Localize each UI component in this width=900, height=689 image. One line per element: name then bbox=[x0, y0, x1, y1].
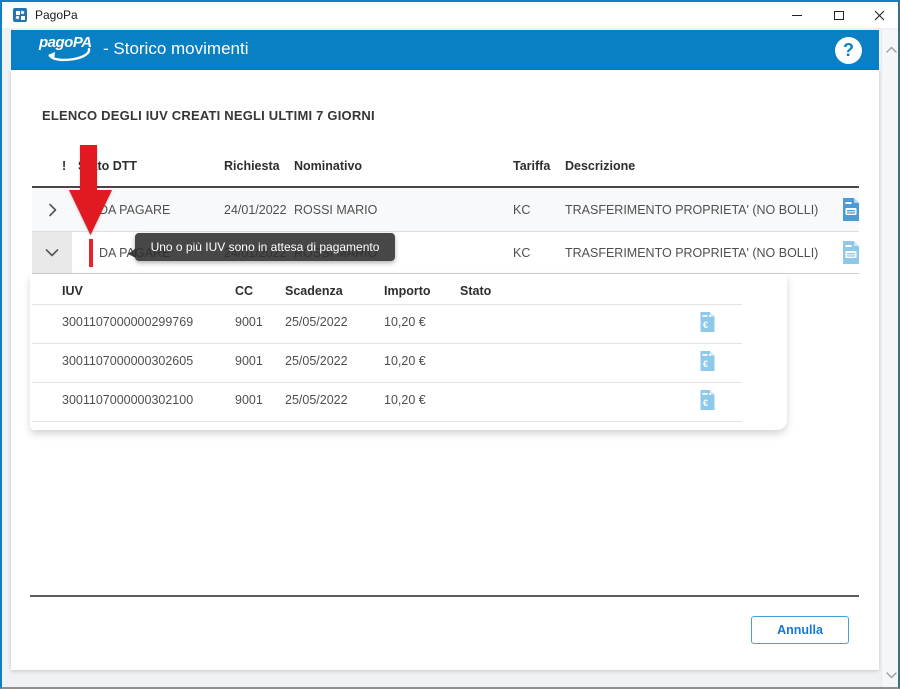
question-mark-icon: ? bbox=[843, 40, 854, 61]
maximize-icon bbox=[834, 11, 844, 20]
app-header: pagoPA - Storico movimenti ? bbox=[11, 30, 879, 70]
subcol-header-stato: Stato bbox=[460, 284, 491, 298]
subcol-header-iuv: IUV bbox=[62, 284, 83, 298]
iuv-row2-scadenza: 25/05/2022 bbox=[285, 354, 348, 368]
collapse-row-button[interactable] bbox=[32, 232, 72, 273]
pending-payment-indicator bbox=[89, 239, 93, 267]
pending-iuv-tooltip: Uno o più IUV sono in attesa di pagament… bbox=[135, 233, 395, 261]
help-button[interactable]: ? bbox=[835, 37, 862, 64]
maximize-button[interactable] bbox=[822, 2, 856, 28]
payment-receipt-icon[interactable]: € bbox=[699, 311, 716, 333]
svg-text:€: € bbox=[703, 359, 708, 369]
iuv-row1-iuv: 3001107000000299769 bbox=[62, 315, 193, 329]
svg-text:€: € bbox=[703, 398, 708, 408]
close-icon bbox=[874, 10, 885, 21]
subtable-separator bbox=[32, 343, 742, 344]
iuv-row3-scadenza: 25/05/2022 bbox=[285, 393, 348, 407]
iuv-row2-cc: 9001 bbox=[235, 354, 263, 368]
close-button[interactable] bbox=[862, 2, 896, 28]
annulla-button[interactable]: Annulla bbox=[751, 616, 849, 644]
subtable-separator bbox=[32, 382, 742, 383]
document-icon[interactable] bbox=[841, 197, 861, 222]
iuv-row1-cc: 9001 bbox=[235, 315, 263, 329]
vertical-scrollbar[interactable] bbox=[881, 30, 899, 687]
subtable-separator bbox=[32, 304, 742, 305]
scroll-down-button[interactable] bbox=[882, 666, 900, 684]
page-title: - Storico movimenti bbox=[103, 39, 248, 59]
scroll-up-button[interactable] bbox=[882, 40, 900, 58]
svg-text:€: € bbox=[703, 320, 708, 330]
title-bar: PagoPa bbox=[2, 2, 898, 28]
minimize-button[interactable] bbox=[780, 2, 814, 28]
app-window: PagoPa pagoPA - Storico movimenti ? ELEN… bbox=[0, 0, 900, 689]
row1-nominativo: ROSSI MARIO bbox=[294, 203, 377, 217]
col-header-nominativo: Nominativo bbox=[294, 159, 362, 173]
row1-richiesta: 24/01/2022 bbox=[224, 203, 287, 217]
list-heading: ELENCO DEGLI IUV CREATI NEGLI ULTIMI 7 G… bbox=[42, 108, 375, 123]
col-header-tariffa: Tariffa bbox=[513, 159, 550, 173]
document-icon[interactable] bbox=[841, 240, 861, 265]
minimize-icon bbox=[792, 15, 802, 16]
row2-descrizione: TRASFERIMENTO PROPRIETA' (NO BOLLI) bbox=[565, 246, 818, 260]
iuv-row3-iuv: 3001107000000302100 bbox=[62, 393, 193, 407]
payment-receipt-icon[interactable]: € bbox=[699, 350, 716, 372]
footer-rule bbox=[30, 595, 859, 597]
subcol-header-cc: CC bbox=[235, 284, 253, 298]
iuv-row3-cc: 9001 bbox=[235, 393, 263, 407]
col-header-richiesta: Richiesta bbox=[224, 159, 280, 173]
app-icon bbox=[13, 8, 27, 22]
row1-tariffa: KC bbox=[513, 203, 530, 217]
iuv-row2-iuv: 3001107000000302605 bbox=[62, 354, 193, 368]
iuv-row2-importo: 10,20 € bbox=[384, 354, 426, 368]
chevron-down-icon bbox=[886, 672, 897, 679]
pagopa-logo-swoosh-icon bbox=[43, 47, 97, 65]
subcol-header-importo: Importo bbox=[384, 284, 431, 298]
iuv-row1-scadenza: 25/05/2022 bbox=[285, 315, 348, 329]
chevron-down-icon bbox=[45, 248, 59, 257]
tooltip-tail bbox=[128, 248, 136, 258]
tooltip-text: Uno o più IUV sono in attesa di pagament… bbox=[151, 240, 380, 254]
iuv-row3-importo: 10,20 € bbox=[384, 393, 426, 407]
col-header-descrizione: Descrizione bbox=[565, 159, 635, 173]
annulla-button-label: Annulla bbox=[777, 623, 823, 637]
chevron-right-icon bbox=[48, 203, 57, 217]
window-title: PagoPa bbox=[35, 8, 78, 22]
row1-descrizione: TRASFERIMENTO PROPRIETA' (NO BOLLI) bbox=[565, 203, 818, 217]
chevron-up-icon bbox=[886, 46, 897, 53]
iuv-row1-importo: 10,20 € bbox=[384, 315, 426, 329]
pagopa-logo: pagoPA bbox=[39, 34, 101, 66]
subtable-separator bbox=[32, 421, 742, 422]
subcol-header-scadenza: Scadenza bbox=[285, 284, 343, 298]
red-arrow-annotation-icon bbox=[66, 145, 116, 237]
row2-tariffa: KC bbox=[513, 246, 530, 260]
payment-receipt-icon[interactable]: € bbox=[699, 389, 716, 411]
